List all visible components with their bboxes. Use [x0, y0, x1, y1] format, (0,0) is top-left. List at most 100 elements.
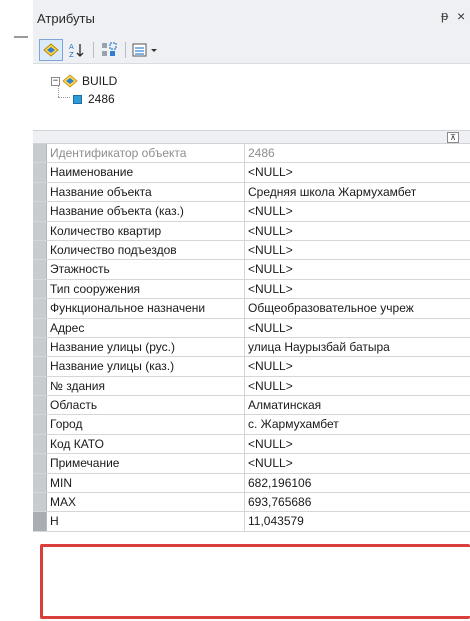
attributes-panel: Атрибуты ᵽ × A Z − BUILD 2486 ⊼ Идентифи… [33, 0, 470, 621]
attribute-name: Тип сооружения [47, 279, 245, 299]
attribute-value[interactable]: Общеобразовательное учреж [245, 299, 470, 317]
left-dock-strip [0, 0, 33, 621]
panel-toolbar: A Z [33, 36, 470, 64]
attribute-row[interactable]: MAX 693,765686 [33, 493, 470, 513]
row-gutter [33, 473, 47, 493]
attribute-value[interactable]: улица Наурызбай батыра [245, 338, 470, 356]
row-gutter [33, 415, 47, 434]
attribute-name: № здания [47, 376, 245, 396]
attribute-value[interactable]: 682,196106 [245, 474, 470, 492]
attribute-row[interactable]: Количество подъездов <NULL> [33, 240, 470, 261]
sort-icon: A Z [69, 43, 84, 59]
attribute-row[interactable]: Область Алматинская [33, 396, 470, 416]
attribute-name: Идентификатор объекта [47, 144, 245, 163]
attribute-grid: Идентификатор объекта 2486 Наименование <NU… [33, 144, 470, 532]
attribute-value[interactable]: <NULL> [245, 260, 470, 278]
splitter-bar[interactable]: ⊼ [33, 130, 470, 144]
attribute-name: Город [47, 415, 245, 434]
row-gutter [33, 512, 47, 531]
attribute-name: Наименование [47, 163, 245, 182]
attribute-row[interactable]: Название объекта (каз.) <NULL> [33, 202, 470, 222]
attribute-row[interactable]: Название улицы (каз.) <NULL> [33, 357, 470, 377]
list-by-layer-icon [43, 43, 59, 57]
row-gutter [33, 221, 47, 240]
row-gutter [33, 163, 47, 182]
pin-icon[interactable]: ᵽ [441, 8, 448, 23]
selection-options-icon [102, 42, 117, 56]
attribute-row[interactable]: H 11,043579 [33, 512, 470, 532]
row-gutter [33, 279, 47, 299]
row-gutter [33, 396, 47, 415]
attribute-value[interactable]: <NULL> [245, 241, 470, 259]
attribute-row[interactable]: Город с. Жармухамбет [33, 415, 470, 435]
attribute-name: Адрес [47, 318, 245, 337]
row-gutter [33, 299, 47, 318]
feature-tree: − BUILD 2486 [33, 64, 470, 130]
row-gutter [33, 240, 47, 260]
attribute-value[interactable]: <NULL> [245, 357, 470, 375]
attribute-row[interactable]: Примечание <NULL> [33, 454, 470, 474]
attribute-row[interactable]: Название улицы (рус.) улица Наурызбай бат… [33, 337, 470, 358]
attribute-value[interactable]: <NULL> [245, 435, 470, 453]
attribute-value[interactable]: 693,765686 [245, 493, 470, 511]
attribute-row[interactable]: № здания <NULL> [33, 376, 470, 397]
feature-icon [73, 94, 82, 104]
attribute-row[interactable]: Название объекта Средняя школа Жармухамбе… [33, 182, 470, 203]
options-menu-button[interactable] [130, 39, 162, 61]
attribute-value[interactable]: <NULL> [245, 222, 470, 240]
tree-child-label: 2486 [88, 92, 115, 106]
attribute-value[interactable]: 11,043579 [245, 512, 470, 530]
attribute-row[interactable]: Функциональное назначени Общеобразователь… [33, 299, 470, 319]
attribute-value[interactable]: <NULL> [245, 377, 470, 395]
row-gutter [33, 337, 47, 357]
attribute-name: Название объекта [47, 182, 245, 202]
attribute-value: 2486 [248, 146, 275, 160]
attribute-row[interactable]: Наименование <NULL> [33, 163, 470, 183]
tree-node-build[interactable]: − BUILD [51, 73, 117, 89]
tree-root-label: BUILD [82, 74, 118, 88]
selection-options-button[interactable] [97, 39, 121, 61]
attribute-name: MAX [47, 493, 245, 512]
attribute-row[interactable]: Идентификатор объекта 2486 [33, 144, 470, 164]
attribute-name: Функциональное назначени [47, 299, 245, 318]
svg-text:A: A [69, 43, 74, 51]
toolbar-separator [125, 42, 126, 58]
row-gutter [33, 318, 47, 337]
list-by-layer-button[interactable] [39, 39, 63, 61]
row-gutter [33, 260, 47, 279]
attribute-name: Название объекта (каз.) [47, 202, 245, 221]
attribute-row[interactable]: Количество квартир <NULL> [33, 221, 470, 241]
dock-tab-marker [14, 36, 28, 38]
tree-node-feature[interactable]: 2486 [73, 92, 115, 106]
attribute-row[interactable]: Тип сооружения <NULL> [33, 279, 470, 300]
attribute-value[interactable]: <NULL> [245, 202, 470, 220]
attribute-name: Название улицы (каз.) [47, 357, 245, 376]
row-gutter [33, 182, 47, 202]
attribute-row[interactable]: MIN 682,196106 [33, 473, 470, 494]
attribute-name: H [47, 512, 245, 531]
row-gutter [33, 434, 47, 454]
row-gutter [33, 376, 47, 396]
attribute-value[interactable]: <NULL> [245, 280, 470, 298]
attribute-value[interactable]: <NULL> [245, 454, 470, 472]
attribute-row[interactable]: Адрес <NULL> [33, 318, 470, 338]
attribute-value[interactable]: с. Жармухамбет [245, 415, 470, 433]
attribute-row[interactable]: Код КАТО <NULL> [33, 434, 470, 455]
attribute-value[interactable]: <NULL> [245, 163, 470, 181]
attribute-name: MIN [47, 473, 245, 493]
attribute-name: Область [47, 396, 245, 415]
row-gutter [33, 454, 47, 473]
attribute-name: Примечание [47, 454, 245, 473]
panel-title: Атрибуты [37, 11, 95, 26]
attribute-value[interactable]: Алматинская [245, 396, 470, 414]
tree-connector [58, 85, 59, 97]
close-icon[interactable]: × [457, 8, 465, 24]
attribute-row[interactable]: Этажность <NULL> [33, 260, 470, 280]
attribute-value[interactable]: <NULL> [245, 319, 470, 337]
attribute-name: Этажность [47, 260, 245, 279]
highlight-box [40, 544, 470, 619]
sort-button[interactable]: A Z [66, 39, 88, 61]
attribute-value[interactable]: Средняя школа Жармухамбет [245, 183, 470, 201]
row-gutter [33, 357, 47, 376]
categorize-icon[interactable]: ⊼ [447, 132, 459, 143]
